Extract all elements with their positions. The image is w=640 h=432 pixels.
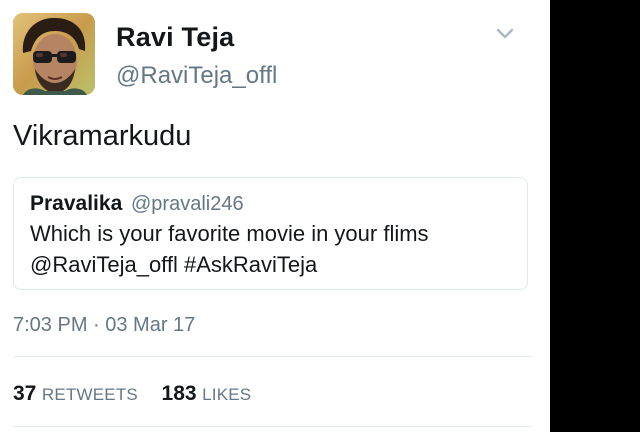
author-handle[interactable]: @RaviTeja_offl — [116, 62, 277, 90]
tweet-stats: 37 RETWEETS 183 LIKES — [13, 382, 269, 406]
author-display-name[interactable]: Ravi Teja — [116, 22, 234, 53]
tweet-card: Ravi Teja @RaviTeja_offl Vikramarkudu Pr… — [0, 0, 550, 432]
likes-stat[interactable]: 183 LIKES — [161, 382, 252, 405]
retweets-label: RETWEETS — [41, 385, 138, 404]
retweets-count: 37 — [13, 382, 37, 405]
avatar-photo-icon — [13, 13, 95, 95]
likes-label: LIKES — [202, 385, 252, 404]
quoted-text-line-2: @RaviTeja_offl #AskRaviTeja — [30, 252, 318, 277]
black-side-panel — [550, 0, 640, 432]
tweet-timestamp: 7:03 PM · 03 Mar 17 — [13, 314, 196, 336]
divider — [13, 426, 532, 427]
divider — [13, 356, 532, 357]
likes-count: 183 — [161, 382, 197, 405]
chevron-down-icon[interactable] — [494, 26, 516, 42]
quoted-tweet[interactable]: Pravalika @pravali246 Which is your favo… — [13, 177, 528, 290]
screenshot-page: Ravi Teja @RaviTeja_offl Vikramarkudu Pr… — [0, 0, 640, 432]
tweet-text: Vikramarkudu — [13, 120, 192, 152]
avatar[interactable] — [13, 13, 95, 95]
quoted-handle: @pravali246 — [131, 193, 244, 215]
retweets-stat[interactable]: 37 RETWEETS — [13, 382, 144, 405]
quoted-text-line-1: Which is your favorite movie in your fli… — [30, 221, 429, 246]
quoted-display-name: Pravalika — [30, 192, 123, 215]
